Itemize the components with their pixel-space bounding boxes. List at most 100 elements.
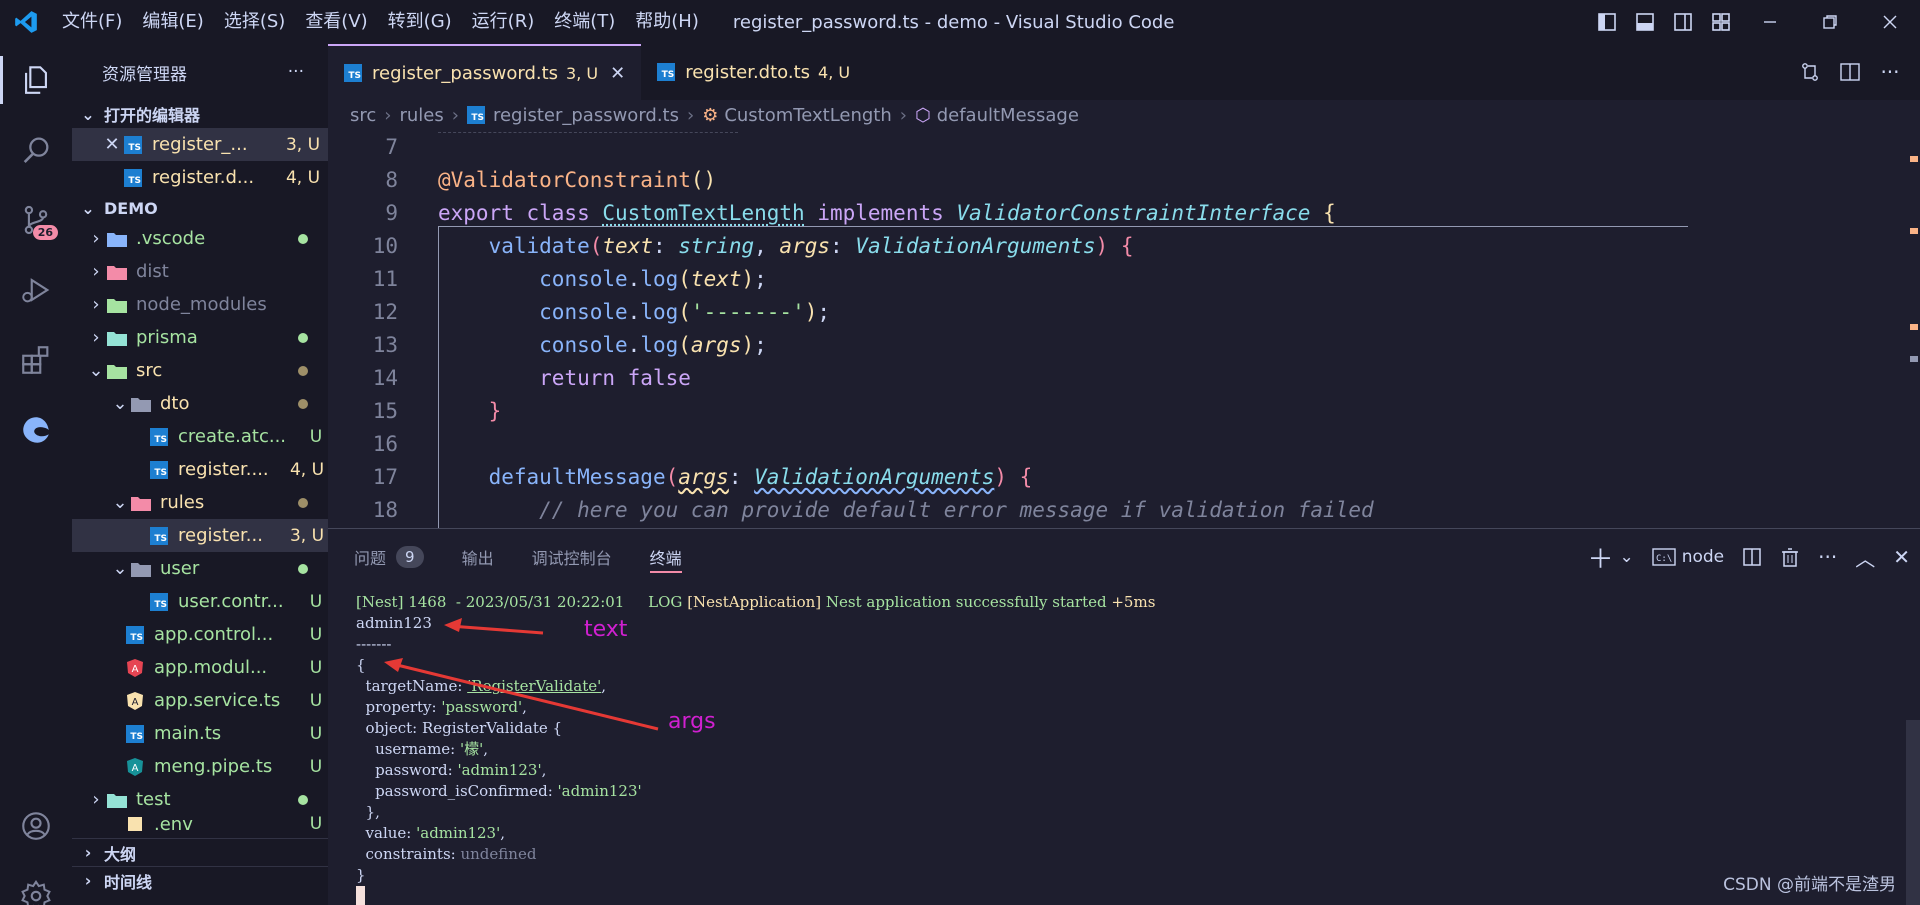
terminal-line: object: RegisterValidate { bbox=[356, 717, 1155, 738]
terminal-line: constraints: undefined bbox=[356, 843, 1155, 864]
code-line: 12 console.log('-------'); bbox=[328, 295, 1888, 328]
toggle-secondary-sidebar-icon[interactable] bbox=[1664, 0, 1702, 44]
menu-run[interactable]: 运行(R) bbox=[462, 0, 545, 44]
split-terminal-icon[interactable] bbox=[1742, 547, 1762, 567]
more-actions-icon[interactable]: ··· bbox=[1870, 60, 1910, 84]
toggle-primary-sidebar-icon[interactable] bbox=[1588, 0, 1626, 44]
close-icon[interactable]: ✕ bbox=[102, 134, 122, 155]
menu-go[interactable]: 转到(G) bbox=[378, 0, 462, 44]
tree-file-app-module[interactable]: A app.modul... U bbox=[72, 651, 328, 684]
overview-ruler-mark bbox=[1910, 156, 1918, 162]
tree-folder-dto[interactable]: ⌄ dto bbox=[72, 387, 328, 420]
tree-folder-test[interactable]: › test bbox=[72, 783, 328, 816]
menu-selection[interactable]: 选择(S) bbox=[214, 0, 295, 44]
close-window-icon[interactable] bbox=[1860, 0, 1920, 44]
tree-file-main[interactable]: TS main.ts U bbox=[72, 717, 328, 750]
more-actions-icon[interactable]: ··· bbox=[288, 62, 304, 82]
chevron-right-icon: › bbox=[86, 261, 106, 282]
tree-file-user-controller[interactable]: TS user.contr... U bbox=[72, 585, 328, 618]
restore-icon[interactable] bbox=[1800, 0, 1860, 44]
code-line: 11 console.log(text); bbox=[328, 262, 1888, 295]
chevron-down-icon: ⌄ bbox=[110, 393, 130, 414]
menu-file[interactable]: 文件(F) bbox=[52, 0, 132, 44]
code-editor[interactable]: 7 8 @ValidatorConstraint() 9 export class … bbox=[328, 130, 1920, 528]
breadcrumb-class[interactable]: CustomTextLength bbox=[724, 105, 891, 126]
tab-register-dto[interactable]: TS register.dto.ts 4, U bbox=[641, 44, 866, 100]
accounts-icon[interactable] bbox=[0, 796, 72, 856]
tree-file-create-dto[interactable]: TS create.atc... U bbox=[72, 420, 328, 453]
menu-edit[interactable]: 编辑(E) bbox=[132, 0, 213, 44]
open-editor-item[interactable]: ✕ TS register_... 3, U bbox=[72, 128, 328, 161]
breadcrumb-src[interactable]: src bbox=[350, 105, 376, 126]
tree-folder-prisma[interactable]: › prisma bbox=[72, 321, 328, 354]
maximize-panel-icon[interactable]: ︿ bbox=[1855, 543, 1875, 572]
code-line: 10 validate(text: string, args: Validati… bbox=[328, 229, 1888, 262]
svg-text:C:\: C:\ bbox=[1656, 554, 1672, 564]
menu-view[interactable]: 查看(V) bbox=[295, 0, 377, 44]
tab-terminal[interactable]: 终端 bbox=[650, 529, 682, 585]
outline-section[interactable]: › 大纲 bbox=[72, 838, 328, 866]
tree-folder-rules[interactable]: ⌄ rules bbox=[72, 486, 328, 519]
chevron-right-icon: › bbox=[384, 105, 391, 126]
new-terminal-icon[interactable]: ＋ bbox=[1587, 539, 1613, 576]
angular-file-icon: A bbox=[124, 658, 146, 678]
menu-help[interactable]: 帮助(H) bbox=[625, 0, 709, 44]
breadcrumb-method[interactable]: defaultMessage bbox=[937, 105, 1079, 126]
typescript-file-icon: TS bbox=[148, 526, 170, 546]
tab-register-password[interactable]: TS register_password.ts 3, U ✕ bbox=[328, 44, 641, 100]
breadcrumb-file[interactable]: register_password.ts bbox=[493, 105, 679, 126]
breadcrumb-rules[interactable]: rules bbox=[399, 105, 443, 126]
terminal-output[interactable]: [Nest] 1468 - 2023/05/31 20:22:01 LOG [N… bbox=[356, 591, 1155, 905]
tree-folder-dist[interactable]: › dist bbox=[72, 255, 328, 288]
chevron-down-icon: ⌄ bbox=[78, 105, 98, 124]
open-changes-icon[interactable] bbox=[1790, 61, 1830, 83]
code-line: 18 // here you can provide default error… bbox=[328, 493, 1888, 526]
tree-file-app-controller[interactable]: TS app.control... U bbox=[72, 618, 328, 651]
toggle-panel-icon[interactable] bbox=[1626, 0, 1664, 44]
pipe-file-icon: A bbox=[124, 757, 146, 777]
tree-folder-vscode[interactable]: › .vscode bbox=[72, 222, 328, 255]
tree-folder-user[interactable]: ⌄ user bbox=[72, 552, 328, 585]
close-tab-icon[interactable]: ✕ bbox=[610, 63, 625, 84]
customize-layout-icon[interactable] bbox=[1702, 0, 1740, 44]
tree-folder-node-modules[interactable]: › node_modules bbox=[72, 288, 328, 321]
extensions-icon[interactable] bbox=[0, 330, 72, 390]
tree-folder-src[interactable]: ⌄ src bbox=[72, 354, 328, 387]
terminal-line: admin123 bbox=[356, 612, 1155, 633]
tab-output[interactable]: 输出 bbox=[462, 529, 494, 585]
run-debug-icon[interactable] bbox=[0, 260, 72, 320]
terminal-profile-selector[interactable]: C:\ node bbox=[1652, 547, 1724, 567]
chevron-down-icon[interactable]: ⌄ bbox=[1619, 547, 1633, 567]
open-editors-section[interactable]: ⌄ 打开的编辑器 bbox=[72, 100, 328, 128]
tree-file-register-dto[interactable]: TS register.... 4, U bbox=[72, 453, 328, 486]
menu-terminal[interactable]: 终端(T) bbox=[544, 0, 625, 44]
minimize-icon[interactable] bbox=[1740, 0, 1800, 44]
breadcrumb: src › rules › TS register_password.ts › … bbox=[328, 100, 1920, 130]
timeline-label: 时间线 bbox=[104, 869, 152, 893]
tree-file-register-password[interactable]: TS register... 3, U bbox=[72, 519, 328, 552]
open-editor-item[interactable]: TS register.d... 4, U bbox=[72, 161, 328, 194]
close-panel-icon[interactable]: ✕ bbox=[1893, 545, 1910, 569]
tab-problems[interactable]: 问题 9 bbox=[354, 529, 424, 585]
tab-debug-console[interactable]: 调试控制台 bbox=[532, 529, 612, 585]
split-editor-icon[interactable] bbox=[1830, 61, 1870, 83]
edge-devtools-icon[interactable] bbox=[0, 400, 72, 460]
tree-file-meng-pipe[interactable]: A meng.pipe.ts U bbox=[72, 750, 328, 783]
search-icon[interactable] bbox=[0, 120, 72, 180]
service-file-icon: A bbox=[124, 691, 146, 711]
method-symbol-icon: ⬡ bbox=[915, 105, 931, 126]
settings-gear-icon[interactable] bbox=[0, 866, 72, 905]
source-control-icon[interactable]: 26 bbox=[0, 190, 72, 250]
more-actions-icon[interactable]: ··· bbox=[1818, 545, 1837, 569]
workspace-section[interactable]: ⌄ DEMO bbox=[72, 194, 328, 222]
node-folder-icon bbox=[106, 295, 128, 315]
tree-file-env[interactable]: .env U bbox=[72, 816, 328, 832]
trash-icon[interactable] bbox=[1780, 547, 1800, 567]
tree-file-app-service[interactable]: A app.service.ts U bbox=[72, 684, 328, 717]
explorer-icon[interactable] bbox=[0, 50, 72, 110]
terminal-line: value: 'admin123', bbox=[356, 822, 1155, 843]
panel-scrollbar[interactable] bbox=[1906, 720, 1920, 905]
overview-ruler-mark bbox=[1910, 228, 1918, 234]
timeline-section[interactable]: › 时间线 bbox=[72, 866, 328, 894]
workspace-label: DEMO bbox=[104, 199, 158, 218]
